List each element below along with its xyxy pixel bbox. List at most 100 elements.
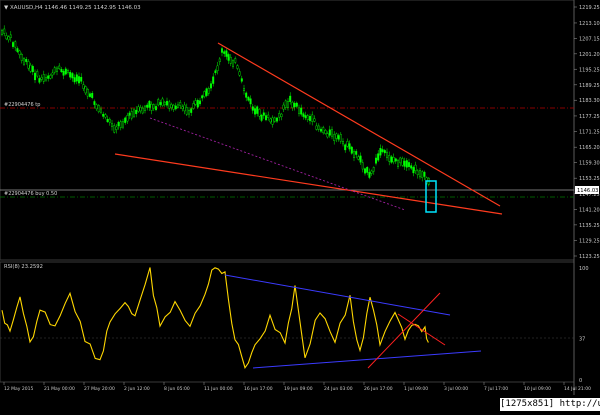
candle-body [97,105,100,113]
candle-body [253,108,256,115]
candle-body [348,143,351,150]
candle-body [291,102,294,108]
candle-body [190,108,193,113]
candle-body [150,104,153,111]
candle-body [229,56,232,64]
candle-body [84,86,87,94]
candle-body [231,60,234,67]
rsi-upper-channel[interactable] [224,274,451,316]
candle-body [187,109,190,115]
candle-body [399,157,402,164]
trading-chart-window[interactable]: ▼ XAUUSD,H4 1146.46 1149.25 1142.95 1146… [0,0,600,411]
candle-body [51,72,54,76]
candle-body [192,103,195,109]
candle-body [172,104,175,110]
candle-body [249,98,252,105]
candle-body [295,102,298,107]
candle-body [121,121,124,128]
time-tick-label: 3 Jul 00:00 [444,386,468,392]
candle-body [69,72,72,78]
candle-body [311,114,314,122]
candle-body [126,115,129,122]
candle-body [284,100,287,108]
candle-body [267,114,270,119]
candle-body [372,167,375,172]
symbol-header: ▼ XAUUSD,H4 1146.46 1149.25 1142.95 1146… [4,5,141,11]
candle-body [410,165,413,169]
candle-body [214,70,217,74]
candle-body [49,75,52,79]
candle-body [397,159,400,167]
candle-body [346,141,349,147]
candle-body [124,117,127,123]
candle-body [392,157,395,163]
candle-body [181,106,184,109]
candle-body [377,153,380,161]
rsi-line [1,267,429,369]
candle-body [216,65,219,71]
lower-trendline[interactable] [114,153,503,215]
candle-body [247,96,250,101]
candle-body [238,71,241,76]
candle-body [38,78,41,83]
candle-body [176,104,179,108]
price-tick-label: 1189.25 [579,83,600,89]
candle-body [198,100,201,105]
candle-body [80,76,83,82]
upper-trendline[interactable] [217,42,501,207]
candle-body [56,67,59,72]
candle-body [403,160,406,167]
candle-body [9,34,12,38]
candle-body [179,102,182,106]
time-tick-label: 7 Jul 17:00 [484,386,508,392]
time-tick-label: 11 Jun 00:00 [204,386,233,392]
time-tick-label: 1 Jul 09:00 [404,386,428,392]
candle-body [245,92,248,98]
candle-body [342,140,345,145]
candle-body [423,171,426,177]
candle-body [205,88,208,96]
highlight-box[interactable] [425,180,437,213]
take-profit-label: #22904476 tp [4,102,40,108]
candle-body [201,95,204,99]
candle-body [240,78,243,82]
candle-body [141,107,144,114]
candle-body [326,133,329,138]
candle-body [1,29,4,35]
candle-body [313,118,316,122]
time-tick-label: 26 Jun 17:00 [364,386,393,392]
candle-body [14,41,17,48]
candlestick-series [1,25,430,187]
candle-body [132,109,135,117]
candle-body [335,133,338,139]
candle-body [45,77,48,81]
candle-body [42,74,45,82]
candle-body [375,157,378,164]
candle-body [91,93,94,98]
price-tick-label: 1195.25 [579,67,600,73]
purple-dotted-trendline[interactable] [149,117,406,211]
candle-body [262,112,265,116]
time-tick-label: 14 Jul 21:00 [564,386,591,392]
candle-body [412,167,415,174]
candle-body [73,77,76,83]
price-tick-label: 1165.20 [579,145,600,151]
candle-body [364,168,367,174]
candle-body [88,93,91,97]
candle-body [183,104,186,112]
candle-body [113,125,116,133]
chart-canvas[interactable]: ▼ XAUUSD,H4 1146.46 1149.25 1142.95 1146… [0,0,600,411]
candle-body [102,113,105,117]
price-tick-label: 1123.25 [579,254,600,260]
candle-body [251,106,254,111]
candle-body [146,104,149,108]
candle-body [194,100,197,105]
candle-body [62,70,65,76]
candle-body [220,48,223,53]
price-tick-label: 1135.25 [579,223,600,229]
candle-body [386,151,389,158]
candle-body [53,67,56,73]
candle-body [361,162,364,170]
rsi-lower-channel[interactable] [252,350,482,369]
candle-body [163,101,166,106]
